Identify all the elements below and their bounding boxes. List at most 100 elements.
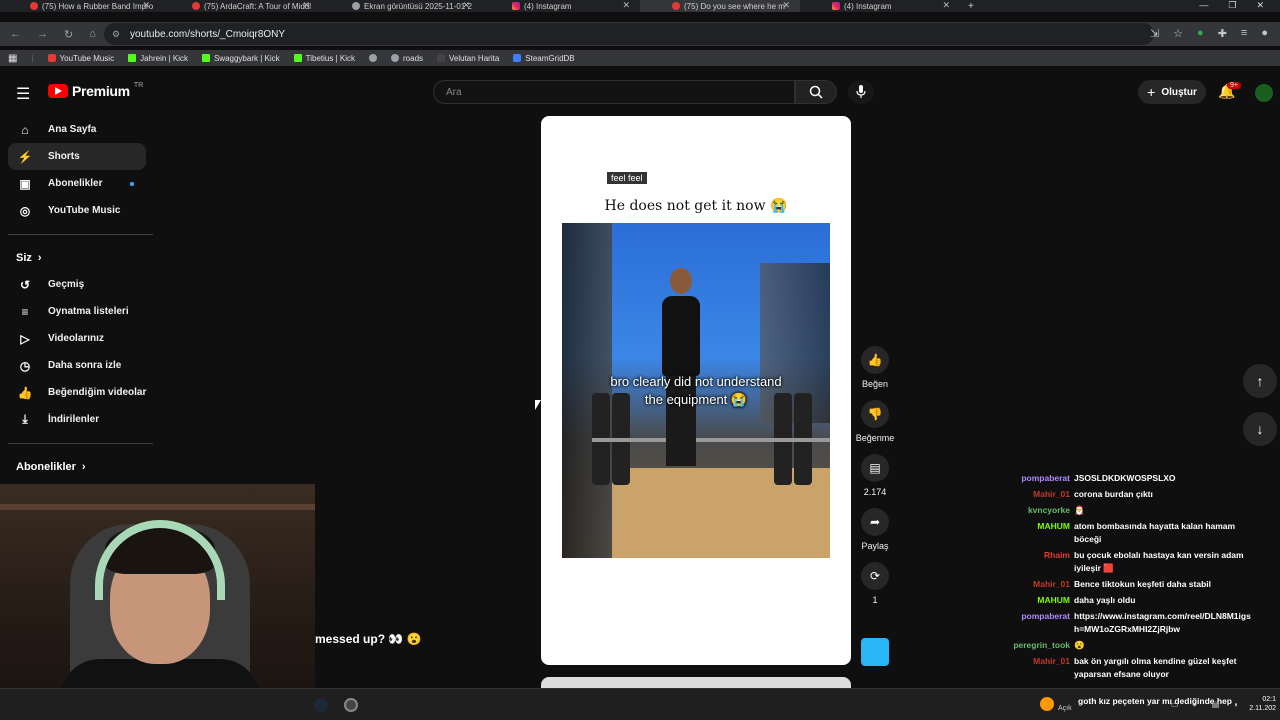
steam-icon[interactable]	[314, 698, 328, 712]
youtube-favicon-icon	[672, 2, 680, 10]
bookmark-globe[interactable]	[369, 54, 377, 62]
reload-icon[interactable]: ↻	[64, 28, 73, 41]
home-browser-icon[interactable]: ⌂	[89, 28, 96, 41]
close-tab-icon[interactable]: ✕	[942, 0, 950, 11]
chat-text: corona burdan çıktı	[1074, 489, 1153, 499]
close-tab-icon[interactable]: ✕	[302, 0, 310, 11]
search-placeholder: Ara	[446, 86, 462, 98]
roads-icon	[391, 54, 399, 62]
voice-search-button[interactable]	[848, 80, 874, 104]
like-icon: 👍	[17, 385, 33, 400]
account-avatar[interactable]	[1255, 84, 1273, 102]
media-icon[interactable]: ≡	[1241, 27, 1247, 40]
maximize-icon[interactable]: ❐	[1228, 0, 1236, 11]
sidebar-item-playlists[interactable]: ≡ Oynatma listeleri	[0, 298, 155, 325]
history-icon: ↺	[19, 277, 31, 292]
app-icon[interactable]	[344, 698, 358, 712]
browser-tab[interactable]: (4) Instagram ✕	[800, 0, 960, 12]
extension-shield-icon[interactable]: ●	[1197, 27, 1204, 40]
chat-message: MAHUM atom bombasında hayatta kalan hamam…	[1010, 520, 1280, 546]
sidebar-item-shorts[interactable]: ⚡ Shorts	[8, 143, 146, 170]
search-button[interactable]	[795, 80, 837, 104]
youtube-premium-logo[interactable]: Premium TR	[48, 82, 143, 99]
extensions-puzzle-icon[interactable]: ✚	[1218, 27, 1227, 40]
weather-icon	[1040, 697, 1054, 711]
chat-username: Mahir_01	[1033, 656, 1070, 666]
bookmark-youtube-music[interactable]: YouTube Music	[47, 54, 114, 63]
chat-message: Rhaim bu çocuk ebolalı hastaya kan versin…	[1010, 549, 1280, 575]
browser-tab[interactable]: (75) How a Rubber Band Impro ✕	[0, 0, 160, 12]
nav-buttons: ← → ↻ ⌂	[0, 28, 100, 41]
remix-button[interactable]: ⟳ 1	[861, 562, 889, 607]
sidebar-section-subscriptions[interactable]: Abonelikler ›	[0, 454, 155, 480]
close-tab-icon[interactable]: ✕	[142, 0, 150, 11]
sidebar-item-history[interactable]: ↺ Geçmiş	[0, 271, 155, 298]
sidebar-item-your-videos[interactable]: ▷ Videolarınız	[0, 325, 155, 352]
youtube-favicon-icon	[192, 2, 200, 10]
chat-message: pompaberat https://www.instagram.com/reel…	[1010, 610, 1280, 636]
site-info-icon[interactable]: ⚙	[112, 29, 120, 40]
close-tab-icon[interactable]: ✕	[462, 0, 470, 11]
bookmark-swaggybark[interactable]: Swaggybark | Kick	[201, 54, 280, 63]
sidebar-item-home[interactable]: ⌂ Ana Sayfa	[0, 116, 155, 143]
chat-text: JSOSLDKDKWOSPSLXO	[1074, 473, 1176, 483]
like-button[interactable]: 👍 Beğen	[861, 346, 889, 391]
close-window-icon[interactable]: ✕	[1256, 0, 1264, 11]
taskbar-clock[interactable]: 02:1 2.11.202	[1249, 695, 1276, 713]
back-icon[interactable]: ←	[10, 28, 21, 41]
previous-short-button[interactable]: ↑	[1243, 364, 1277, 398]
arrow-up-icon: ↑	[1256, 373, 1264, 389]
search-input[interactable]: Ara	[433, 80, 795, 104]
sidebar-section-you[interactable]: Siz ›	[0, 245, 155, 271]
system-tray-icons[interactable]: ⌃ ▭ ◐ ▤ ◖	[1150, 700, 1244, 709]
bookmark-label: Jahrein | Kick	[140, 53, 188, 63]
sidebar-item-youtube-music[interactable]: ◎ YouTube Music	[0, 197, 155, 224]
close-tab-icon[interactable]: ✕	[622, 0, 630, 11]
profile-icon[interactable]: ●	[1261, 27, 1268, 40]
install-icon[interactable]: ⇲	[1150, 27, 1159, 40]
bookmark-velutan[interactable]: Velutan Harita	[437, 54, 499, 63]
browser-tab[interactable]: (4) Instagram ✕	[480, 0, 640, 12]
download-icon: ⤓	[22, 412, 28, 426]
bookmark-tibetius[interactable]: Tibetius | Kick	[293, 54, 355, 63]
url-field[interactable]: ⚙ youtube.com/shorts/_Cmoiqr8ONY	[104, 23, 1154, 45]
forward-icon[interactable]: →	[37, 28, 48, 41]
sidebar-item-subscriptions[interactable]: ▣ Abonelikler	[0, 170, 155, 197]
chevron-right-icon: ›	[37, 252, 42, 264]
browser-tab[interactable]: (75) ArdaCraft: A Tour of Middl ✕	[160, 0, 320, 12]
bookmark-steamgriddb[interactable]: SteamGridDB	[513, 54, 575, 63]
chat-message: Mahir_01 Bence tiktokun keşfeti daha stab…	[1010, 578, 1280, 591]
minimize-icon[interactable]: —	[1199, 0, 1208, 11]
clock-date: 2.11.202	[1249, 705, 1276, 712]
short-video-player[interactable]: feel feel He does not get it now 😭 bro c…	[541, 116, 851, 665]
dislike-button[interactable]: 👎 Beğenme	[856, 400, 894, 445]
sidebar-item-label: Daha sonra izle	[48, 360, 122, 371]
kick-icon	[128, 54, 137, 62]
sidebar-item-watch-later[interactable]: ◷ Daha sonra izle	[0, 352, 155, 379]
map-icon	[437, 54, 446, 62]
apps-grid-icon[interactable]: ▦	[8, 53, 17, 64]
bookmark-label: roads	[403, 53, 424, 63]
bookmark-jahrein[interactable]: Jahrein | Kick	[128, 54, 188, 63]
channel-thumbnail[interactable]	[861, 638, 889, 666]
browser-tab-bar: (75) How a Rubber Band Impro ✕ (75) ArdaC…	[0, 0, 1280, 12]
close-tab-icon[interactable]: ✕	[782, 0, 790, 11]
logo-text: Premium	[72, 83, 130, 99]
new-tab-icon[interactable]: +	[968, 1, 974, 12]
notification-count-badge: 9+	[1227, 82, 1241, 89]
chat-message: MAHUM daha yaşlı oldu	[1010, 594, 1280, 607]
sidebar-item-downloads[interactable]: ⤓ İndirilenler	[0, 406, 155, 433]
comments-button[interactable]: ▤ 2.174	[861, 454, 889, 499]
browser-tab-active[interactable]: (75) Do you see where he m ✕	[640, 0, 800, 12]
share-button[interactable]: ➦ Paylaş	[861, 508, 889, 553]
bookmark-star-icon[interactable]: ☆	[1173, 27, 1183, 40]
chat-text: bak ön yargılı olma kendine güzel keşfet…	[1074, 656, 1237, 679]
next-short-button[interactable]: ↓	[1243, 412, 1277, 446]
menu-icon[interactable]: ☰	[16, 84, 30, 104]
bookmark-roads[interactable]: roads	[391, 54, 423, 63]
arrow-down-icon: ↓	[1256, 421, 1264, 437]
sidebar-item-liked-videos[interactable]: 👍 Beğendiğim videolar	[0, 379, 155, 406]
create-button[interactable]: + Oluştur	[1138, 80, 1206, 104]
tab-title: (4) Instagram	[524, 1, 572, 11]
browser-tab[interactable]: Ekran görüntüsü 2025-11-01 2 ✕	[320, 0, 480, 12]
